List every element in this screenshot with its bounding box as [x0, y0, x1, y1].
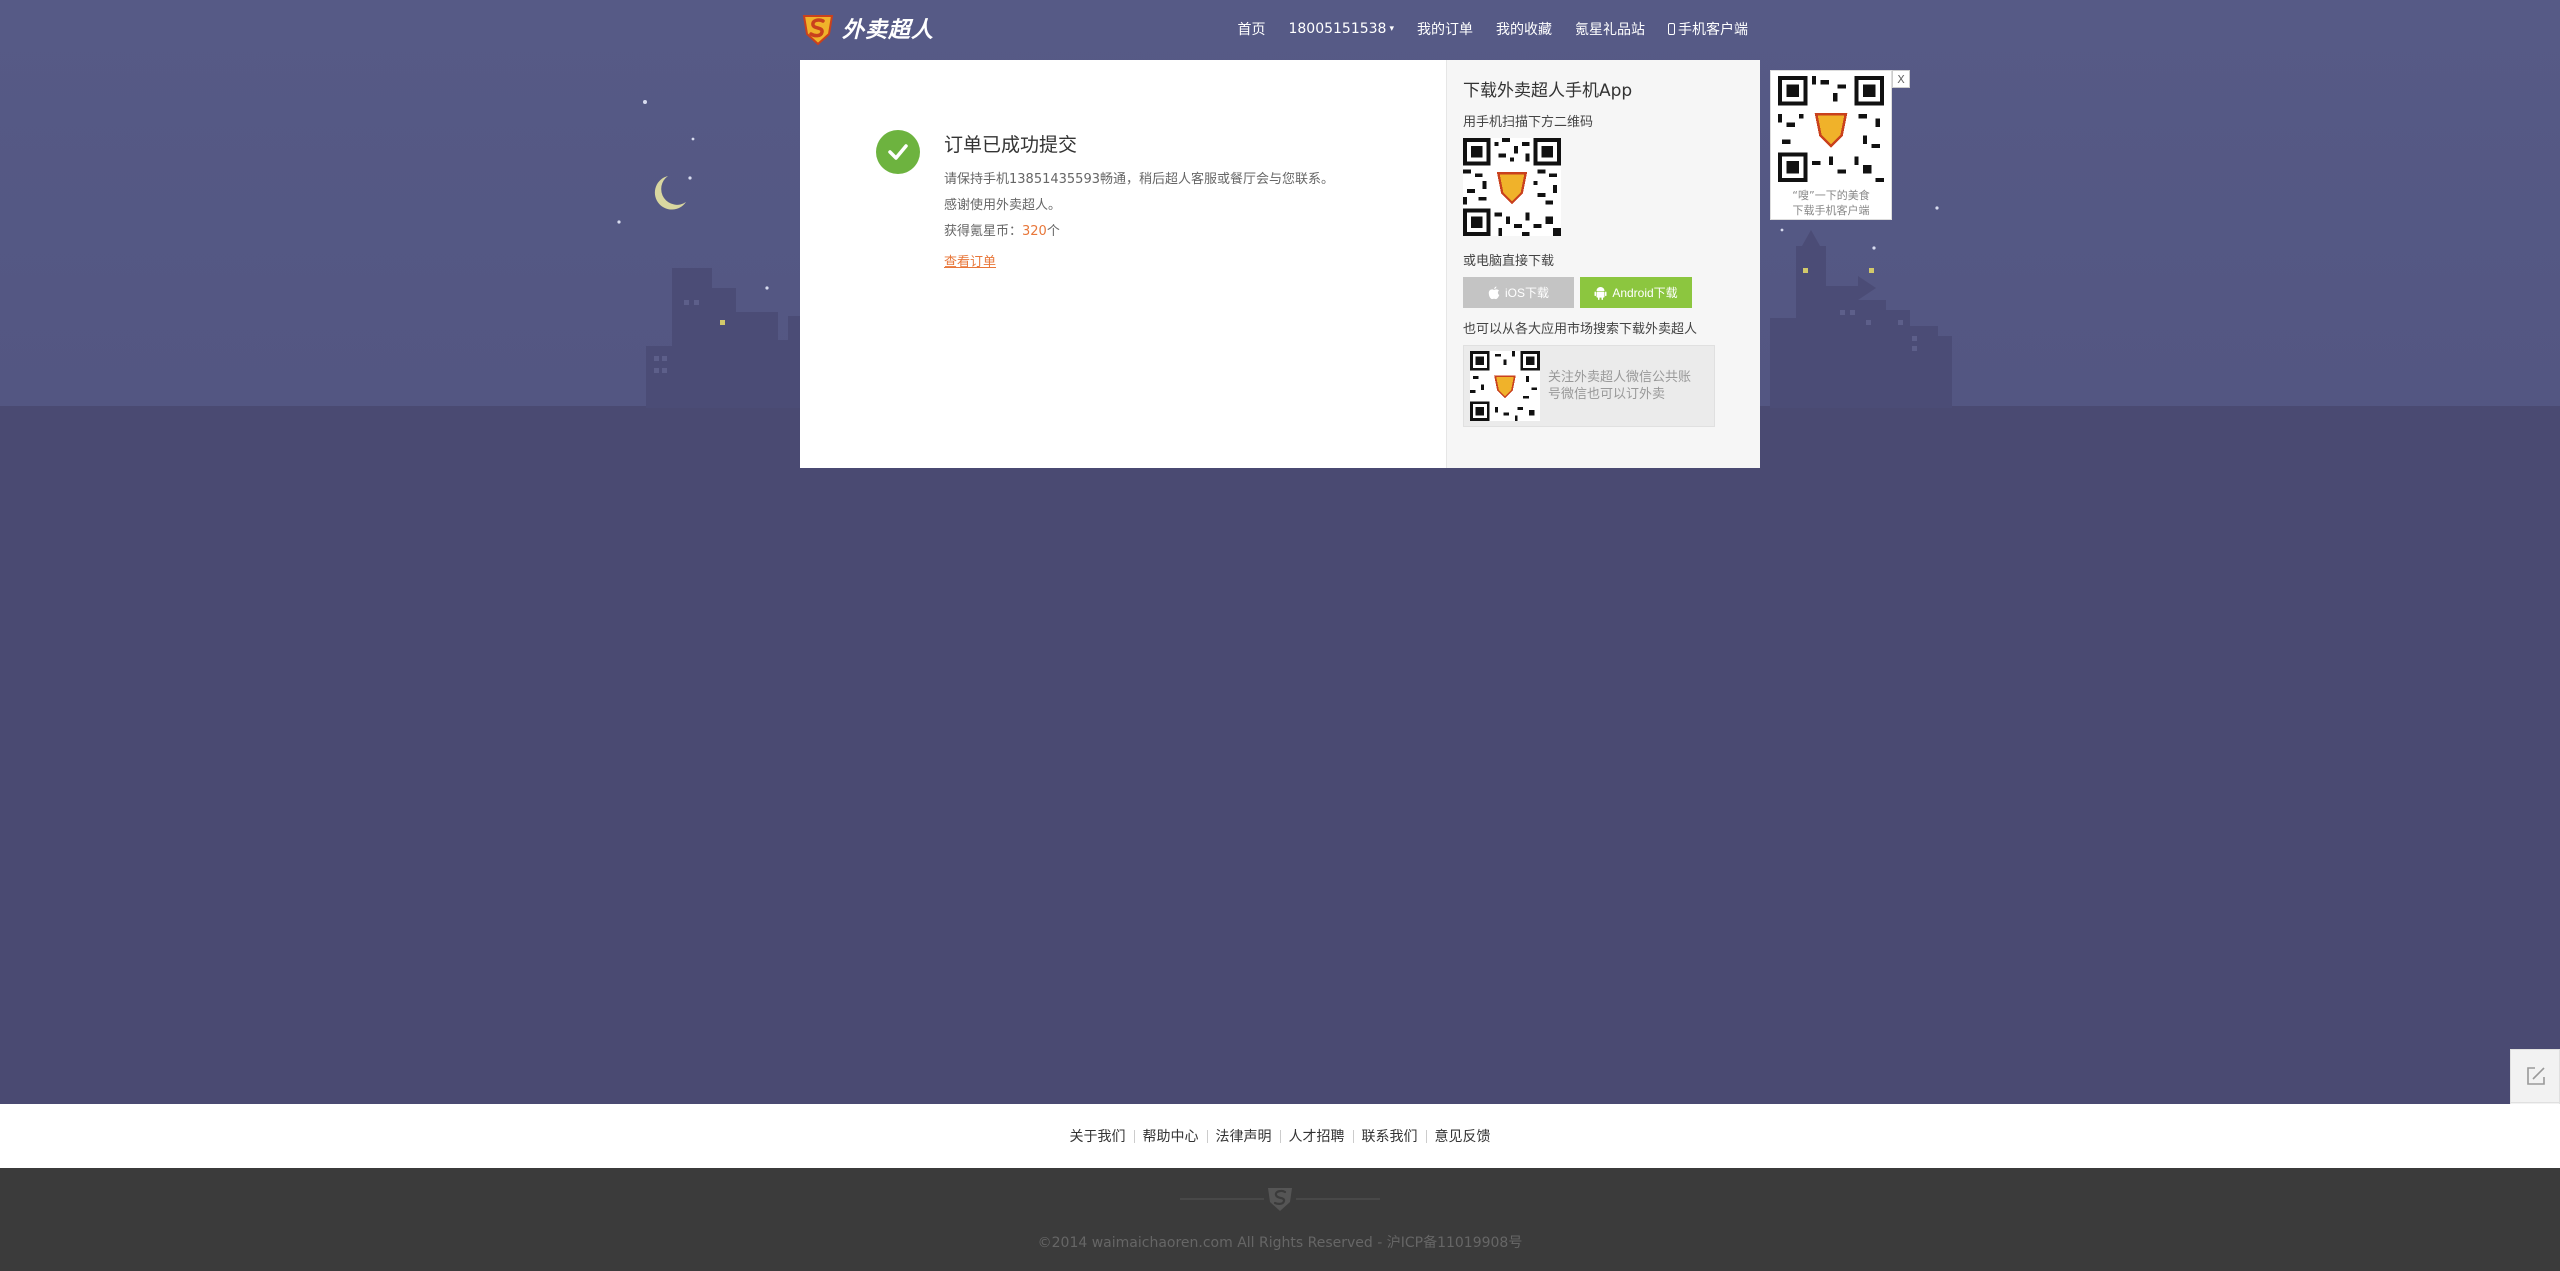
page-background [0, 406, 2560, 1104]
footer-feedback-link[interactable]: 意见反馈 [1427, 1126, 1499, 1146]
mobile-phone-icon [1668, 23, 1675, 35]
coins-earned: 获得氪星币：320个 [944, 219, 1334, 245]
footer-about-link[interactable]: 关于我们 [1062, 1126, 1134, 1146]
brand-logo[interactable]: 外卖超人 [800, 10, 934, 46]
ios-download-label: iOS下载 [1504, 286, 1549, 300]
footer-help-link[interactable]: 帮助中心 [1135, 1126, 1207, 1146]
nav-mobile-client-label: 手机客户端 [1678, 22, 1748, 38]
wechat-text-line2: 号微信也可以订外卖 [1548, 387, 1666, 402]
floating-qr-code [1778, 76, 1884, 182]
success-check-icon [876, 130, 920, 174]
footer-careers-link[interactable]: 人才招聘 [1281, 1126, 1353, 1146]
nav-gift-station-link[interactable]: 氪星礼品站 [1575, 19, 1645, 39]
coins-unit: 个 [1046, 224, 1060, 239]
brand-name: 外卖超人 [842, 17, 935, 43]
app-download-panel: 下载外卖超人手机App 用手机扫描下方二维码 或电脑直接下载 iOS下载 And… [1446, 60, 1760, 468]
wechat-qr-code [1470, 351, 1540, 421]
thanks-text: 感谢使用外卖超人。 [944, 198, 1062, 213]
nav-account-dropdown[interactable]: 18005151538 ▾ [1288, 19, 1394, 39]
footer-links: 关于我们 帮助中心 法律声明 人才招聘 联系我们 意见反馈 [0, 1104, 2560, 1168]
android-icon [1594, 286, 1607, 300]
coins-label: 获得氪星币： [944, 224, 1023, 239]
app-qr-code [1463, 138, 1561, 236]
coins-value: 320 [1022, 224, 1047, 239]
contact-notice: 请保持手机13851435593畅通，稍后超人客服或餐厅会与您联系。 [944, 172, 1334, 187]
edit-icon [2527, 1067, 2545, 1085]
footer-bottom: ©2014 waimaichaoren.com All Rights Reser… [0, 1168, 2560, 1271]
wechat-text-line1: 关注外卖超人微信公共账 [1548, 370, 1692, 385]
top-header: 外卖超人 首页 18005151538 ▾ 我的订单 我的收藏 氪星礼品站 手机… [800, 0, 1760, 60]
nav-my-orders-link[interactable]: 我的订单 [1417, 19, 1473, 39]
view-order-link[interactable]: 查看订单 [944, 251, 996, 270]
floating-app-qr: “嗖”一下的美食 下载手机客户端 [1770, 70, 1892, 220]
app-download-title: 下载外卖超人手机App [1463, 81, 1633, 101]
copyright-text: ©2014 waimaichaoren.com All Rights Reser… [1037, 1235, 1523, 1251]
moon-icon [654, 176, 686, 210]
nav-account-label: 18005151538 [1288, 21, 1387, 37]
success-message: 订单已成功提交 请保持手机13851435593畅通，稍后超人客服或餐厅会与您联… [944, 130, 1334, 270]
apple-icon [1488, 286, 1500, 299]
download-buttons: iOS下载 Android下载 [1463, 277, 1760, 308]
ios-download-button[interactable]: iOS下载 [1463, 277, 1574, 308]
floating-caption-line1: “嗖”一下的美食 [1792, 189, 1870, 202]
feedback-button[interactable] [2511, 1050, 2560, 1102]
main-nav: 首页 18005151538 ▾ 我的订单 我的收藏 氪星礼品站 手机客户端 [1237, 19, 1748, 39]
caret-down-icon: ▾ [1389, 24, 1394, 34]
wechat-follow-box: 关注外卖超人微信公共账 号微信也可以订外卖 [1463, 345, 1715, 427]
close-floating-qr-button[interactable]: X [1892, 70, 1910, 88]
wechat-follow-text: 关注外卖超人微信公共账 号微信也可以订外卖 [1548, 369, 1691, 403]
success-title: 订单已成功提交 [944, 134, 1078, 156]
floating-caption-line2: 下载手机客户端 [1792, 204, 1870, 217]
scan-qr-hint: 用手机扫描下方二维码 [1463, 115, 1594, 130]
app-market-hint: 也可以从各大应用市场搜索下载外卖超人 [1463, 322, 1698, 337]
floating-qr-caption: “嗖”一下的美食 下载手机客户端 [1771, 188, 1891, 218]
nav-mobile-client-link[interactable]: 手机客户端 [1668, 19, 1748, 39]
order-success-card: 订单已成功提交 请保持手机13851435593畅通，稍后超人客服或餐厅会与您联… [800, 60, 1760, 468]
android-download-label: Android下载 [1612, 286, 1678, 300]
android-download-button[interactable]: Android下载 [1580, 277, 1692, 308]
nav-favorites-link[interactable]: 我的收藏 [1496, 19, 1552, 39]
nav-home-link[interactable]: 首页 [1237, 19, 1265, 39]
footer-legal-link[interactable]: 法律声明 [1208, 1126, 1280, 1146]
footer-contact-link[interactable]: 联系我们 [1354, 1126, 1426, 1146]
direct-download-hint: 或电脑直接下载 [1463, 254, 1555, 269]
footer-shield-emblem-icon [1180, 1188, 1380, 1211]
superhero-shield-icon [802, 15, 834, 46]
order-success-panel: 订单已成功提交 请保持手机13851435593畅通，稍后超人客服或餐厅会与您联… [800, 60, 1446, 468]
